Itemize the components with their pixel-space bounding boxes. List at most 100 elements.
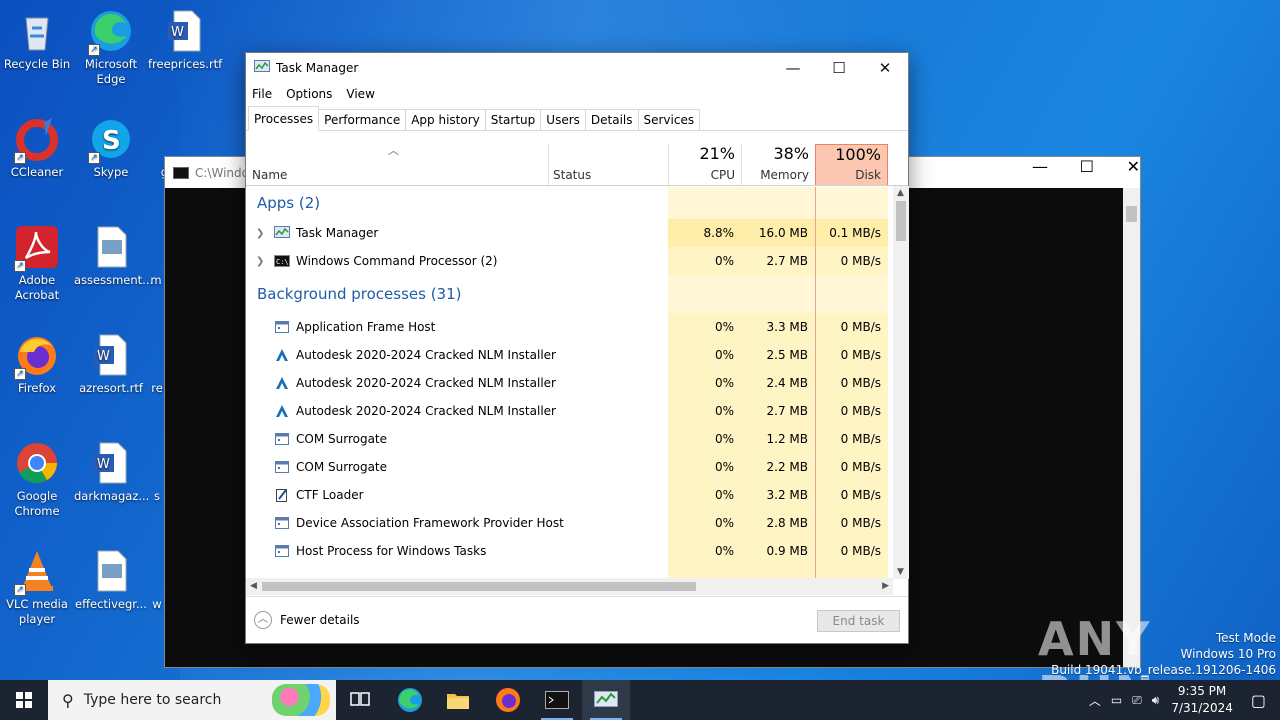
- cmd-icon: C:\: [274, 254, 290, 268]
- tab-performance[interactable]: Performance: [318, 109, 407, 130]
- scroll-up-icon[interactable]: ▲: [897, 188, 904, 198]
- tablet-icon[interactable]: ▭: [1111, 693, 1122, 707]
- app-window-icon: [274, 432, 290, 446]
- shortcut-arrow-icon: ↗: [14, 584, 26, 596]
- table-row-partial[interactable]: [246, 565, 894, 578]
- table-row[interactable]: COM Surrogate 0% 2.2 MB 0 MB/s: [246, 453, 894, 481]
- desktop-icon-darkmagaz[interactable]: W darkmagaz...: [74, 440, 149, 504]
- memory-cell: 2.2 MB: [741, 453, 815, 481]
- desktop-icon-vlc[interactable]: ↗ VLC media player: [0, 548, 74, 627]
- cpu-cell: 0%: [668, 369, 741, 397]
- scroll-down-icon[interactable]: ▼: [897, 567, 904, 577]
- table-row[interactable]: ❯ Task Manager 8.8% 16.0 MB 0.1 MB/s: [246, 219, 894, 247]
- test-mode-watermark: Test Mode Windows 10 Pro Build 19041.vb_…: [1051, 630, 1276, 678]
- network-icon[interactable]: ⎚: [1132, 693, 1142, 708]
- desktop-icon-azresort[interactable]: W azresort.rtf: [74, 332, 148, 396]
- skype-icon: S ↗: [88, 116, 134, 164]
- desktop-icon-label: VLC media player: [6, 597, 68, 626]
- window-title: Task Manager: [276, 61, 359, 75]
- process-name: Device Association Framework Provider Ho…: [296, 516, 564, 530]
- tab-startup[interactable]: Startup: [484, 109, 542, 130]
- menu-file[interactable]: File: [252, 87, 272, 101]
- scroll-thumb[interactable]: [1126, 206, 1137, 222]
- minimize-button[interactable]: —: [770, 53, 816, 83]
- chevron-up-icon[interactable]: ︿: [1089, 692, 1101, 709]
- menu-options[interactable]: Options: [286, 87, 332, 101]
- table-row[interactable]: Host Process for Windows Tasks 0% 0.9 MB…: [246, 537, 894, 565]
- desktop-icon-skype[interactable]: S ↗ Skype: [74, 116, 148, 180]
- table-row[interactable]: Application Frame Host 0% 3.3 MB 0 MB/s: [246, 313, 894, 341]
- table-row[interactable]: Device Association Framework Provider Ho…: [246, 509, 894, 537]
- table-row[interactable]: COM Surrogate 0% 1.2 MB 0 MB/s: [246, 425, 894, 453]
- cpu-cell: 0%: [668, 425, 741, 453]
- chevron-right-icon[interactable]: ❯: [256, 256, 264, 267]
- desktop-icon-assessment[interactable]: assessment...: [74, 224, 154, 288]
- horizontal-scrollbar[interactable]: ◀ ▶: [246, 578, 893, 595]
- tab-details[interactable]: Details: [584, 109, 639, 130]
- disk-cell: 0 MB/s: [815, 453, 888, 481]
- tab-app-history[interactable]: App history: [405, 109, 486, 130]
- desktop-icon-acrobat[interactable]: ↗ Adobe Acrobat: [0, 224, 74, 303]
- column-header-status[interactable]: Status: [549, 144, 668, 185]
- tab-users[interactable]: Users: [540, 109, 586, 130]
- desktop-icon-partial-m[interactable]: m: [148, 224, 164, 288]
- notification-icon[interactable]: ▢: [1251, 691, 1266, 710]
- scroll-thumb[interactable]: [896, 201, 906, 241]
- table-row[interactable]: CTF Loader 0% 3.2 MB 0 MB/s: [246, 481, 894, 509]
- column-header-disk[interactable]: 100% Disk: [815, 144, 888, 185]
- end-task-button[interactable]: End task: [817, 610, 900, 632]
- table-row[interactable]: Autodesk 2020-2024 Cracked NLM Installer…: [246, 397, 894, 425]
- desktop-icon-firefox[interactable]: ↗ Firefox: [0, 332, 74, 396]
- task-manager-window[interactable]: Task Manager — ☐ ✕ File Options View Pro…: [245, 52, 909, 644]
- maximize-button[interactable]: ☐: [816, 53, 862, 83]
- table-row[interactable]: ❯ C:\ Windows Command Processor (2) 0% 2…: [246, 247, 894, 275]
- process-name: CTF Loader: [296, 488, 364, 502]
- fewer-details-button[interactable]: ︿ Fewer details: [254, 611, 360, 629]
- scroll-left-icon[interactable]: ◀: [250, 581, 257, 591]
- minimize-icon[interactable]: —: [1032, 157, 1048, 176]
- maximize-icon[interactable]: ☐: [1080, 157, 1094, 176]
- shortcut-arrow-icon: ↗: [88, 152, 100, 164]
- table-row[interactable]: Autodesk 2020-2024 Cracked NLM Installer…: [246, 341, 894, 369]
- tab-processes[interactable]: Processes: [248, 106, 320, 131]
- cmd-scrollbar[interactable]: [1123, 188, 1140, 667]
- disk-label: Disk: [855, 168, 881, 182]
- vertical-scrollbar[interactable]: ▲ ▼: [893, 186, 909, 579]
- desktop-icon-effectivegr[interactable]: effectivegr...: [74, 548, 148, 612]
- desktop-icon-chrome[interactable]: Google Chrome: [0, 440, 74, 519]
- close-icon[interactable]: ✕: [1127, 157, 1140, 176]
- cmd-taskbar-icon[interactable]: [533, 680, 581, 720]
- group-header-background[interactable]: Background processes (31): [246, 275, 894, 313]
- column-header-memory[interactable]: 38% Memory: [741, 144, 815, 185]
- desktop-icon-ccleaner[interactable]: ↗ CCleaner: [0, 116, 74, 180]
- clock[interactable]: 9:35 PM 7/31/2024: [1171, 683, 1233, 717]
- firefox-taskbar-icon[interactable]: [484, 680, 532, 720]
- tab-services[interactable]: Services: [637, 109, 701, 130]
- task-view-icon[interactable]: [336, 680, 384, 720]
- menu-view[interactable]: View: [346, 87, 374, 101]
- taskbar-search-box[interactable]: ⚲ Type here to search: [48, 680, 336, 720]
- start-button[interactable]: [0, 680, 48, 720]
- scroll-right-icon[interactable]: ▶: [882, 581, 889, 591]
- desktop-icon-label: assessment...: [74, 273, 154, 287]
- file-icon: [152, 332, 162, 378]
- titlebar[interactable]: Task Manager — ☐ ✕: [246, 53, 908, 83]
- desktop-icon-edge[interactable]: ↗ Microsoft Edge: [74, 8, 148, 87]
- task-manager-taskbar-icon[interactable]: [582, 680, 630, 720]
- chrome-icon: [14, 440, 60, 486]
- scroll-thumb[interactable]: [262, 582, 696, 591]
- column-header-name[interactable]: Name: [246, 144, 548, 185]
- desktop-icon-freeprices[interactable]: W freeprices.rtf: [148, 8, 222, 72]
- chevron-right-icon[interactable]: ❯: [256, 228, 264, 239]
- edge-taskbar-icon[interactable]: [386, 680, 434, 720]
- table-row[interactable]: Autodesk 2020-2024 Cracked NLM Installer…: [246, 369, 894, 397]
- app-window-icon: [274, 544, 290, 558]
- volume-icon[interactable]: 🔊︎: [1152, 693, 1160, 708]
- group-header-apps[interactable]: Apps (2): [246, 187, 894, 219]
- column-header-cpu[interactable]: 21% CPU: [668, 144, 741, 185]
- file-explorer-icon[interactable]: [434, 680, 482, 720]
- close-button[interactable]: ✕: [862, 53, 908, 83]
- desktop-icon-recycle-bin[interactable]: Recycle Bin: [0, 8, 74, 72]
- process-name: Application Frame Host: [296, 320, 436, 334]
- group-label: Apps (2): [257, 194, 321, 212]
